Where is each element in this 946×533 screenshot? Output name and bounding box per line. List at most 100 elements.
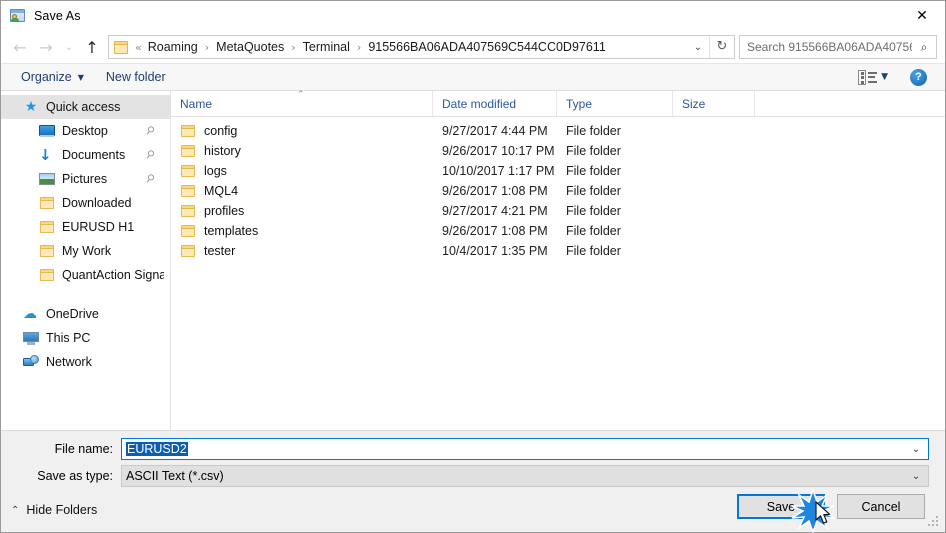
table-row[interactable]: profiles 9/27/2017 4:21 PM File folder — [171, 201, 945, 221]
column-header-type[interactable]: Type — [557, 91, 673, 116]
folder-icon — [180, 203, 196, 219]
file-list-pane: Name ⌃ Date modified Type Size config 9/2… — [171, 90, 945, 430]
save-button[interactable]: Save — [737, 494, 825, 519]
new-folder-button[interactable]: New folder — [100, 67, 172, 87]
star-pin-icon: ★ — [24, 99, 38, 115]
file-name-selected-text: EURUSD2 — [126, 442, 188, 456]
folder-icon — [39, 219, 55, 235]
command-toolbar: Organize ▼ New folder ▼ ? — [1, 63, 945, 91]
sidebar-item-onedrive[interactable]: ☁ OneDrive — [1, 302, 170, 326]
breadcrumb-item-1[interactable]: MetaQuotes — [213, 38, 287, 56]
sidebar-item-label: My Work — [62, 244, 112, 258]
sidebar-item-network[interactable]: Network — [1, 350, 170, 374]
sidebar-item-quick-access[interactable]: ★ Quick access — [1, 95, 170, 119]
search-input[interactable]: Search 915566BA06ADA40756... — [740, 40, 912, 54]
view-layout-icon[interactable] — [858, 69, 878, 85]
breadcrumb-separator: › — [291, 40, 296, 54]
file-name-cell: tester — [204, 244, 236, 258]
table-row[interactable]: config 9/27/2017 4:44 PM File folder — [171, 121, 945, 141]
folder-icon — [180, 243, 196, 259]
table-row[interactable]: tester 10/4/2017 1:35 PM File folder — [171, 241, 945, 261]
sidebar-item-label: Desktop — [62, 124, 108, 138]
file-name-row: File name: EURUSD2 ⌄ — [1, 437, 945, 461]
refresh-icon[interactable]: ↻ — [709, 36, 734, 58]
sidebar-item-eurusd-h1[interactable]: EURUSD H1 — [1, 215, 170, 239]
type-cell: File folder — [566, 124, 621, 138]
address-bar[interactable]: « Roaming › MetaQuotes › Terminal › 9155… — [108, 35, 735, 59]
forward-button[interactable]: → — [33, 35, 59, 59]
pictures-icon — [39, 171, 55, 187]
breadcrumb-item-0[interactable]: Roaming — [145, 38, 201, 56]
onedrive-cloud-icon: ☁ — [23, 306, 37, 322]
file-name-cell: history — [204, 144, 241, 158]
folder-icon — [39, 243, 55, 259]
search-box[interactable]: Search 915566BA06ADA40756... ⌕ — [739, 35, 937, 59]
file-name-input[interactable]: EURUSD2 ⌄ — [121, 438, 929, 460]
column-header-size[interactable]: Size — [673, 91, 755, 116]
date-modified-cell: 9/27/2017 4:44 PM — [442, 124, 548, 138]
date-modified-cell: 9/26/2017 1:08 PM — [442, 224, 548, 238]
help-icon[interactable]: ? — [910, 68, 927, 86]
pin-icon[interactable]: ⚲ — [143, 171, 158, 186]
chevron-down-icon[interactable]: ⌄ — [904, 444, 928, 455]
file-name-cell: templates — [204, 224, 259, 238]
table-row[interactable]: MQL4 9/26/2017 1:08 PM File folder — [171, 181, 945, 201]
resize-grip[interactable] — [928, 516, 940, 528]
file-list: config 9/27/2017 4:44 PM File folder histor… — [171, 117, 945, 430]
organize-button[interactable]: Organize ▼ — [15, 67, 90, 87]
cancel-button[interactable]: Cancel — [837, 494, 925, 519]
breadcrumb-item-2[interactable]: Terminal — [300, 38, 353, 56]
chevron-down-icon[interactable]: ⌄ — [904, 471, 928, 482]
chevron-down-icon[interactable]: ⌄ — [687, 42, 709, 53]
column-header-name[interactable]: Name ⌃ — [171, 90, 433, 116]
recent-locations-button[interactable]: ⌄ — [59, 35, 79, 59]
table-row[interactable]: templates 9/26/2017 1:08 PM File folder — [171, 221, 945, 241]
table-row[interactable]: history 9/26/2017 10:17 PM File folder — [171, 141, 945, 161]
sidebar-item-label: Network — [46, 355, 92, 369]
column-label: Name — [180, 96, 213, 111]
close-button[interactable]: ✕ — [899, 1, 945, 31]
column-header-date-modified[interactable]: Date modified — [433, 91, 557, 116]
pin-icon[interactable]: ⚲ — [143, 147, 158, 162]
date-modified-cell: 9/27/2017 4:21 PM — [442, 204, 548, 218]
sidebar-item-label: Pictures — [62, 172, 108, 186]
file-name-cell: MQL4 — [204, 184, 239, 198]
save-as-type-row: Save as type: ASCII Text (*.csv) ⌄ — [1, 464, 945, 488]
title-bar: Save As ✕ — [1, 1, 945, 31]
breadcrumb-overflow[interactable]: « — [134, 41, 145, 54]
dialog-body: ★ Quick access Desktop ⚲ ↓ Documents ⚲ Pictures… — [1, 90, 945, 430]
breadcrumb: « Roaming › MetaQuotes › Terminal › 9155… — [134, 38, 687, 56]
breadcrumb-separator: › — [356, 40, 362, 54]
save-as-type-value: ASCII Text (*.csv) — [126, 469, 224, 483]
sidebar-item-label: Downloaded — [62, 196, 132, 210]
type-cell: File folder — [566, 144, 621, 158]
folder-icon — [180, 123, 196, 139]
pin-icon[interactable]: ⚲ — [143, 123, 158, 138]
navigation-pane: ★ Quick access Desktop ⚲ ↓ Documents ⚲ Pictures… — [1, 91, 171, 430]
sidebar-item-pictures[interactable]: Pictures ⚲ — [1, 167, 170, 191]
table-row[interactable]: logs 10/10/2017 1:17 PM File folder — [171, 161, 945, 181]
sidebar-item-quantaction-signal[interactable]: QuantAction Signal — [1, 263, 170, 287]
back-button[interactable]: ← — [7, 35, 33, 59]
sidebar-item-label: OneDrive — [46, 307, 99, 321]
view-options-chevron-down-icon[interactable]: ▼ — [881, 72, 888, 82]
type-cell: File folder — [566, 224, 621, 238]
window-title: Save As — [34, 9, 81, 23]
breadcrumb-separator: › — [204, 40, 210, 54]
search-icon: ⌕ — [920, 39, 928, 54]
file-name-value[interactable]: EURUSD2 — [122, 442, 904, 456]
sidebar-item-documents[interactable]: ↓ Documents ⚲ — [1, 143, 170, 167]
hide-folders-button[interactable]: ⌃ Hide Folders — [11, 503, 97, 517]
sidebar-item-label: This PC — [46, 331, 91, 345]
sidebar-item-downloaded[interactable]: Downloaded — [1, 191, 170, 215]
save-as-type-label: Save as type: — [37, 469, 113, 483]
save-as-type-select[interactable]: ASCII Text (*.csv) ⌄ — [121, 465, 929, 487]
date-modified-cell: 9/26/2017 10:17 PM — [442, 144, 555, 158]
file-name-cell: profiles — [204, 204, 245, 218]
sidebar-item-this-pc[interactable]: This PC — [1, 326, 170, 350]
sidebar-item-desktop[interactable]: Desktop ⚲ — [1, 119, 170, 143]
sidebar-item-my-work[interactable]: My Work — [1, 239, 170, 263]
breadcrumb-item-3[interactable]: 915566BA06ADA407569C544CC0D97611 — [365, 38, 608, 56]
up-button[interactable]: ↑ — [79, 35, 105, 59]
dialog-buttons: Save Cancel — [737, 494, 925, 519]
